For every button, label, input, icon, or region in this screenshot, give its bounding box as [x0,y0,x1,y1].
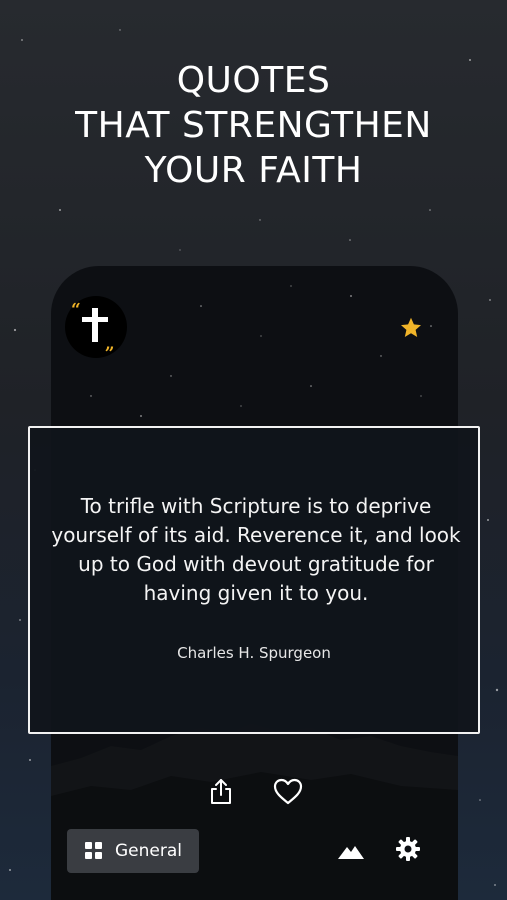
grid-icon [85,842,103,860]
quote-text: To trifle with Scripture is to deprive y… [51,494,461,605]
star-icon[interactable] [399,316,423,340]
category-label: General [115,841,182,861]
heart-icon[interactable] [272,776,304,806]
mountain-icon[interactable] [337,840,365,862]
share-icon[interactable] [206,776,236,806]
quote-close-mark: „ [105,334,115,354]
headline-line-1: QUOTES [176,60,331,101]
headline-line-2: THAT STRENGTHEN [75,105,432,146]
page-headline: QUOTES THAT STRENGTHEN YOUR FAITH [0,58,507,193]
category-button[interactable]: General [67,829,199,873]
app-logo: “ „ [65,296,127,358]
cross-icon-bar [82,317,108,322]
quote-open-mark: “ [71,300,81,320]
quote-card: To trifle with Scripture is to deprive y… [28,426,480,734]
quote-author: Charles H. Spurgeon [177,644,331,662]
cross-icon [92,308,98,342]
headline-line-3: YOUR FAITH [144,150,363,191]
gear-icon[interactable] [395,836,421,862]
